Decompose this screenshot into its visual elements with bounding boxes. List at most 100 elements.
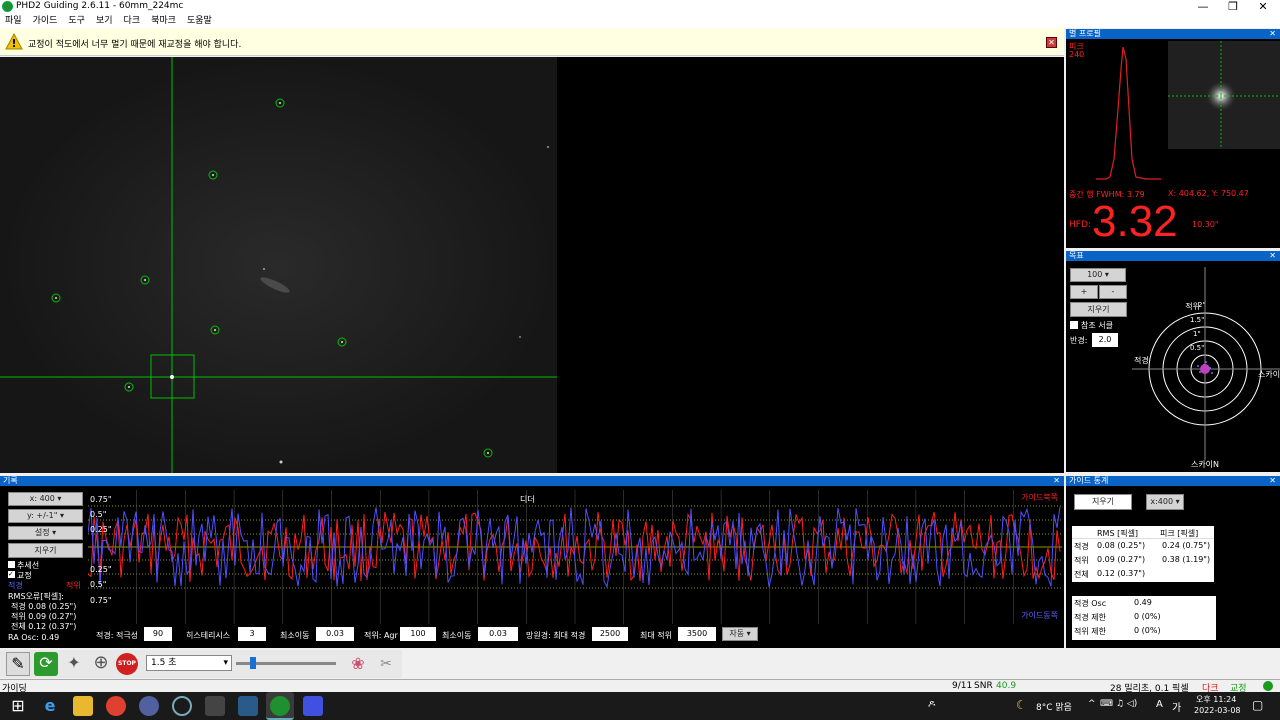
menu-view[interactable]: 보기	[96, 16, 113, 26]
clock-date[interactable]: 2022-03-08	[1194, 706, 1241, 715]
person-icon[interactable]: ዶ	[928, 699, 935, 710]
menu-tools[interactable]: 도구	[68, 16, 85, 26]
ime-indicator[interactable]: 가	[1172, 699, 1181, 714]
trendline-checkbox[interactable]	[8, 561, 15, 568]
minimize-icon[interactable]: —	[1188, 0, 1218, 13]
windows-start-icon[interactable]: ⊞	[8, 696, 28, 716]
app-icon-4[interactable]	[238, 696, 258, 716]
star-profile-title: 별 프로필	[1069, 29, 1101, 38]
history-settings-label: 설정	[34, 528, 50, 537]
dec-mode-select[interactable]: 자동 ▾	[722, 627, 758, 641]
max-dec-input[interactable]: 3500	[678, 627, 716, 641]
ring-label-0-5: 0.5"	[1190, 344, 1204, 352]
ytick-2: 0.25"	[90, 525, 112, 534]
file-explorer-icon[interactable]	[73, 696, 93, 716]
ref-circle-label: 참조 서클	[1081, 321, 1113, 330]
brain-icon[interactable]: ❀	[346, 653, 370, 675]
stats2-ra-limit-label: 적경 제한	[1074, 613, 1106, 622]
alert-close-icon[interactable]: ✕	[1046, 37, 1057, 48]
target-zoom-value: 100	[1087, 270, 1103, 279]
hfd-label: HFD:	[1069, 220, 1091, 230]
menu-help[interactable]: 도움말	[187, 16, 212, 26]
weather-text[interactable]: 8°C 맑음	[1036, 700, 1072, 713]
app-icon-2[interactable]	[172, 696, 192, 716]
edge-icon[interactable]: e	[40, 696, 60, 716]
target-zoom-select[interactable]: 100 ▾	[1070, 268, 1126, 282]
tray-chevron-icon[interactable]: ^	[1088, 699, 1096, 709]
stats2-osc-label: 적경 Osc	[1074, 599, 1107, 608]
star-profile-close-icon[interactable]: ✕	[1269, 29, 1276, 39]
radius-input[interactable]: 2.0	[1092, 333, 1118, 347]
gamma-slider-thumb[interactable]	[250, 657, 256, 669]
target-close-icon[interactable]: ✕	[1269, 251, 1276, 261]
auto-select-star-icon[interactable]: ✦	[62, 652, 86, 676]
target-plus-button[interactable]: +	[1070, 285, 1098, 299]
camera-view-empty	[557, 57, 1064, 473]
lang-a[interactable]: A	[1156, 699, 1163, 710]
ref-circle-checkbox[interactable]	[1070, 321, 1078, 329]
menu-dark[interactable]: 다크	[124, 16, 141, 26]
scope-max-ra-label: 망원경: 최대 적경	[526, 631, 586, 640]
ytick-0: 0.75"	[90, 495, 112, 504]
menu-bookmarks[interactable]: 북마크	[151, 16, 176, 26]
target-minus-button[interactable]: -	[1099, 285, 1127, 299]
moon-icon: ☾	[1016, 698, 1027, 712]
camera-view[interactable]	[0, 57, 557, 473]
history-x-scale[interactable]: x: 400 ▾	[8, 492, 83, 506]
history-close-icon[interactable]: ✕	[1053, 476, 1060, 486]
app-icon	[2, 1, 13, 12]
stats-scale-value: x:400	[1150, 497, 1174, 506]
app-icon-3[interactable]	[205, 696, 225, 716]
history-clear-button[interactable]: 지우기	[8, 543, 83, 558]
guide-stats-panel: 가이드 통계 ✕ 지우기 x:400 ▾ RMS [픽셀] 피크 [픽셀] 적경 0…	[1066, 476, 1280, 648]
close-icon[interactable]: ✕	[1248, 0, 1278, 13]
stats-close-icon[interactable]: ✕	[1269, 476, 1276, 486]
phd2-taskbar-icon[interactable]	[270, 696, 290, 716]
app-icon-5[interactable]	[303, 696, 323, 716]
history-graph: 0.75" 0.5" 0.25" 0.25" 0.5" 0.75" 디더 가이드…	[88, 490, 1062, 624]
connect-gear-icon[interactable]: ✎	[6, 652, 30, 676]
menu-file[interactable]: 파일	[5, 16, 22, 26]
star-field	[0, 57, 557, 473]
dec-agr-label: 적위: Agr	[364, 631, 398, 640]
ra-osc: RA Osc: 0.49	[8, 633, 60, 642]
stats-scale-select[interactable]: x:400 ▾	[1146, 494, 1184, 510]
ring-label-1: 1"	[1193, 330, 1201, 338]
stats-clear-button[interactable]: 지우기	[1074, 494, 1132, 510]
radius-label: 반경:	[1070, 336, 1088, 345]
history-y-scale[interactable]: y: +/-1" ▾	[8, 509, 83, 523]
star-coords: X: 404.62, Y: 750.47	[1168, 189, 1249, 198]
loop-icon[interactable]: ⟳	[34, 652, 58, 676]
tools-icon[interactable]: ✂	[374, 653, 398, 675]
chrome-icon[interactable]	[106, 696, 126, 716]
exposure-select[interactable]: 1.5 초 ▾	[146, 655, 232, 671]
min-move-label: 최소이동	[280, 631, 310, 640]
status-snr: 40.9	[996, 681, 1017, 691]
dec-min-input[interactable]: 0.03	[478, 627, 518, 641]
star-profile-panel: 별 프로필 ✕ 피크 240 중간 행 FWHM: 3.79 X: 404.62,…	[1066, 29, 1280, 248]
app-icon-1[interactable]	[139, 696, 159, 716]
main-toolbar: ✎ ⟳ ✦ ⊕ STOP 1.5 초 ▾ ❀ ✂	[0, 650, 402, 678]
history-x-scale-value: x: 400	[29, 494, 55, 503]
history-settings[interactable]: 설정 ▾	[8, 526, 83, 540]
status-bar: 가이딩 9/11 SNR 40.9 28 밀리초, 0.1 픽셀 다크 교정	[0, 679, 1280, 694]
stats-row-ra-label: 적경	[1074, 542, 1089, 551]
dec-agr-input[interactable]: 100	[400, 627, 436, 641]
notification-icon[interactable]: ▢	[1252, 698, 1263, 712]
ra-aggr-input[interactable]: 90	[144, 627, 172, 641]
hyst-input[interactable]: 3	[238, 627, 266, 641]
maximize-icon[interactable]: ❐	[1218, 0, 1248, 13]
corrections-checkbox[interactable]: ✓	[8, 571, 15, 578]
guide-target-icon[interactable]: ⊕	[89, 652, 113, 676]
min-move-input[interactable]: 0.03	[316, 627, 354, 641]
clock-time[interactable]: 오후 11:24	[1196, 694, 1236, 705]
menu-guide[interactable]: 가이드	[33, 16, 58, 26]
tray-icons[interactable]: ⌨ ♫ ◁)	[1100, 699, 1137, 709]
dec-mode-value: 자동	[729, 629, 745, 638]
stop-icon[interactable]: STOP	[116, 653, 138, 675]
target-clear-button[interactable]: 지우기	[1070, 302, 1127, 317]
history-title: 기록	[3, 476, 18, 485]
target-ra-right-label: 스카이	[1258, 369, 1280, 379]
max-ra-input[interactable]: 2500	[592, 627, 628, 641]
svg-text:!: !	[11, 37, 16, 50]
